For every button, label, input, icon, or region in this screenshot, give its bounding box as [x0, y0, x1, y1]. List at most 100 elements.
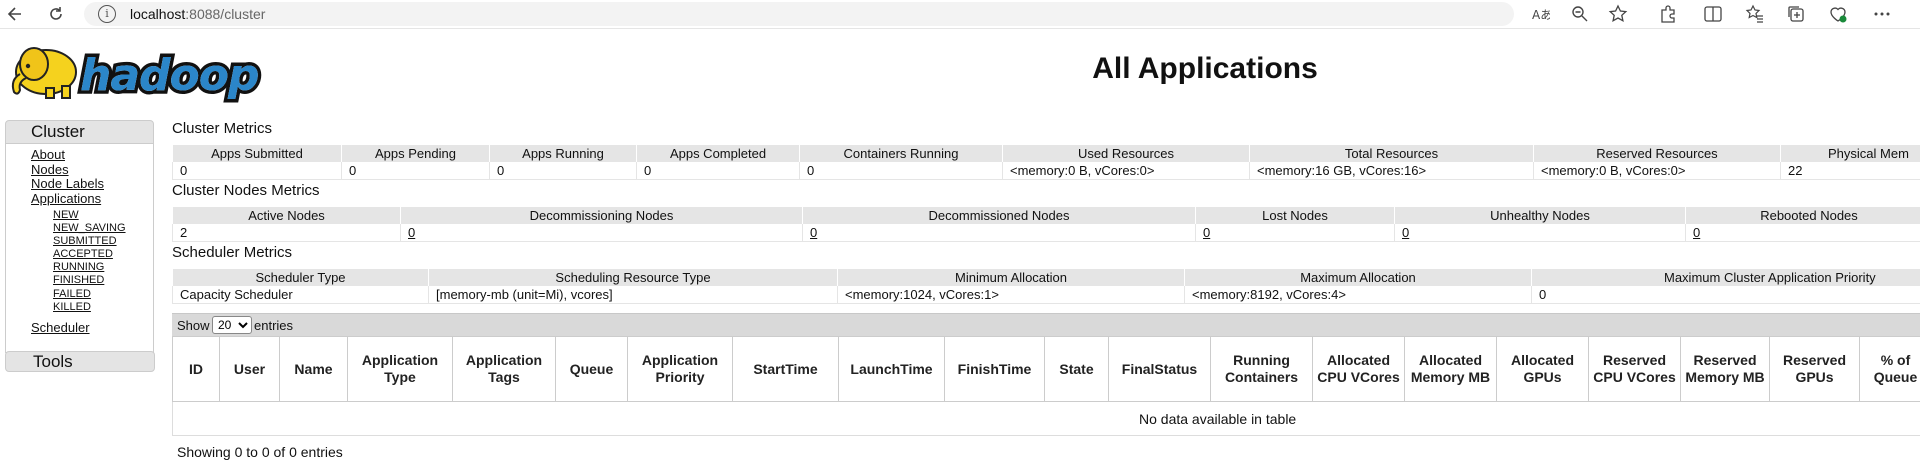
col-header: Containers Running: [799, 144, 1003, 162]
nav-app-states: NEW NEW_SAVING SUBMITTED ACCEPTED RUNNIN…: [31, 209, 153, 314]
col-application-priority[interactable]: Application Priority: [627, 336, 733, 402]
col-application-type[interactable]: Application Type: [347, 336, 453, 402]
address-bar[interactable]: i localhost:8088/cluster: [84, 2, 1514, 26]
back-icon[interactable]: [5, 4, 25, 24]
col-header: Apps Submitted: [172, 144, 342, 162]
col-header: Lost Nodes: [1195, 206, 1395, 224]
unhealthy-nodes-link[interactable]: 0: [1402, 225, 1409, 240]
scheduler-metrics-header-row: Scheduler Type Scheduling Resource Type …: [172, 268, 1920, 286]
col-reserved-gpus[interactable]: Reserved GPUs: [1769, 336, 1860, 402]
metric-value: Capacity Scheduler: [172, 286, 429, 304]
col-header: Unhealthy Nodes: [1394, 206, 1686, 224]
metric-value: 0: [799, 162, 1003, 180]
metric-value: <memory:8192, vCores:4>: [1184, 286, 1532, 304]
col-running-containers[interactable]: Running Containers: [1210, 336, 1313, 402]
zoom-icon[interactable]: [1570, 4, 1590, 24]
col-header: Scheduling Resource Type: [428, 268, 838, 286]
nav-state-finished[interactable]: FINISHED: [53, 274, 153, 287]
col-final-status[interactable]: FinalStatus: [1108, 336, 1211, 402]
col-header: Reserved Resources: [1533, 144, 1781, 162]
sidebar: Cluster About Nodes Node Labels Applicat…: [5, 120, 154, 353]
nav-cluster-header[interactable]: Cluster: [5, 120, 154, 144]
metric-value: [memory-mb (unit=Mi), vcores]: [428, 286, 838, 304]
show-label: Show: [177, 318, 210, 333]
col-queue[interactable]: Queue: [555, 336, 628, 402]
nav-state-new[interactable]: NEW: [53, 209, 153, 222]
reload-icon[interactable]: [46, 4, 66, 24]
metric-value: 0: [489, 162, 637, 180]
split-screen-icon[interactable]: [1703, 4, 1723, 24]
table-info: Showing 0 to 0 of 0 entries: [177, 444, 343, 460]
nav-item-node-labels[interactable]: Node Labels: [31, 176, 153, 192]
col-reserved-memory-mb[interactable]: Reserved Memory MB: [1680, 336, 1770, 402]
col-header: Used Resources: [1002, 144, 1250, 162]
col-header: Apps Pending: [341, 144, 490, 162]
decommissioned-nodes-link[interactable]: 0: [810, 225, 817, 240]
col-header: Minimum Allocation: [837, 268, 1185, 286]
nav-tools-header[interactable]: Tools: [5, 351, 155, 372]
col-header: Total Resources: [1249, 144, 1534, 162]
info-icon[interactable]: i: [98, 5, 116, 23]
applications-table: ID User Name Application Type Applicatio…: [172, 336, 1920, 436]
col-header: Decommissioning Nodes: [400, 206, 803, 224]
nav-state-accepted[interactable]: ACCEPTED: [53, 248, 153, 261]
nav-item-about[interactable]: About: [31, 147, 153, 163]
col-header: Maximum Allocation: [1184, 268, 1532, 286]
more-icon[interactable]: [1872, 4, 1892, 24]
col-allocated-gpus[interactable]: Allocated GPUs: [1496, 336, 1589, 402]
nav-state-killed[interactable]: KILLED: [53, 301, 153, 314]
col-application-tags[interactable]: Application Tags: [452, 336, 556, 402]
col-allocated-cpu-vcores[interactable]: Allocated CPU VCores: [1312, 336, 1405, 402]
browser-essentials-icon[interactable]: [1828, 4, 1848, 24]
nav-state-running[interactable]: RUNNING: [53, 261, 153, 274]
url-text[interactable]: localhost:8088/cluster: [130, 6, 265, 22]
metric-value: <memory:16 GB, vCores:16>: [1249, 162, 1534, 180]
col-header: Active Nodes: [172, 206, 401, 224]
scheduler-metrics-title: Scheduler Metrics: [172, 244, 293, 261]
col-name[interactable]: Name: [279, 336, 348, 402]
col-reserved-cpu-vcores[interactable]: Reserved CPU VCores: [1588, 336, 1681, 402]
browser-toolbar: i localhost:8088/cluster Aあ: [0, 0, 1920, 29]
col-allocated-memory-mb[interactable]: Allocated Memory MB: [1404, 336, 1497, 402]
scheduler-metrics-value-row: Capacity Scheduler [memory-mb (unit=Mi),…: [172, 286, 1920, 304]
col-header: Rebooted Nodes: [1685, 206, 1920, 224]
read-aloud-icon[interactable]: Aあ: [1530, 4, 1552, 24]
metric-value: 0: [1531, 286, 1920, 304]
metric-value: 0: [172, 162, 342, 180]
favorites-icon[interactable]: [1745, 4, 1765, 24]
extensions-icon[interactable]: [1658, 4, 1678, 24]
lost-nodes-link[interactable]: 0: [1203, 225, 1210, 240]
metric-value: 0: [636, 162, 800, 180]
metric-value: 0: [400, 224, 803, 242]
nav-state-submitted[interactable]: SUBMITTED: [53, 235, 153, 248]
col-state[interactable]: State: [1044, 336, 1109, 402]
nav-item-nodes[interactable]: Nodes: [31, 162, 153, 178]
col-percent-of-queue[interactable]: % of Queue: [1859, 336, 1920, 402]
col-user[interactable]: User: [219, 336, 280, 402]
entries-label: entries: [254, 318, 294, 333]
metric-value: 0: [1195, 224, 1395, 242]
node-metrics-header-row: Active Nodes Decommissioning Nodes Decom…: [172, 206, 1920, 224]
collections-icon[interactable]: [1786, 4, 1806, 24]
col-header: Maximum Cluster Application Priority: [1531, 268, 1920, 286]
metric-value: <memory:0 B, vCores:0>: [1002, 162, 1250, 180]
nav-state-failed[interactable]: FAILED: [53, 288, 153, 301]
col-finish-time[interactable]: FinishTime: [944, 336, 1045, 402]
col-id[interactable]: ID: [172, 336, 220, 402]
page-size-select[interactable]: 20: [212, 316, 252, 334]
metric-value: 22: [1780, 162, 1920, 180]
nav-item-scheduler[interactable]: Scheduler: [31, 320, 153, 336]
col-start-time[interactable]: StartTime: [732, 336, 839, 402]
nav-state-new-saving[interactable]: NEW_SAVING: [53, 222, 153, 235]
node-metrics-table: Active Nodes Decommissioning Nodes Decom…: [172, 206, 1920, 242]
rebooted-nodes-link[interactable]: 0: [1693, 225, 1700, 240]
col-header: Scheduler Type: [172, 268, 429, 286]
node-metrics-title: Cluster Nodes Metrics: [172, 182, 320, 199]
metric-value: <memory:1024, vCores:1>: [837, 286, 1185, 304]
decommissioning-nodes-link[interactable]: 0: [408, 225, 415, 240]
metric-value: <memory:0 B, vCores:0>: [1533, 162, 1781, 180]
empty-row: No data available in table: [172, 401, 1920, 436]
favorite-star-icon[interactable]: [1608, 4, 1628, 24]
nav-item-applications[interactable]: Applications: [31, 191, 153, 207]
col-launch-time[interactable]: LaunchTime: [838, 336, 945, 402]
